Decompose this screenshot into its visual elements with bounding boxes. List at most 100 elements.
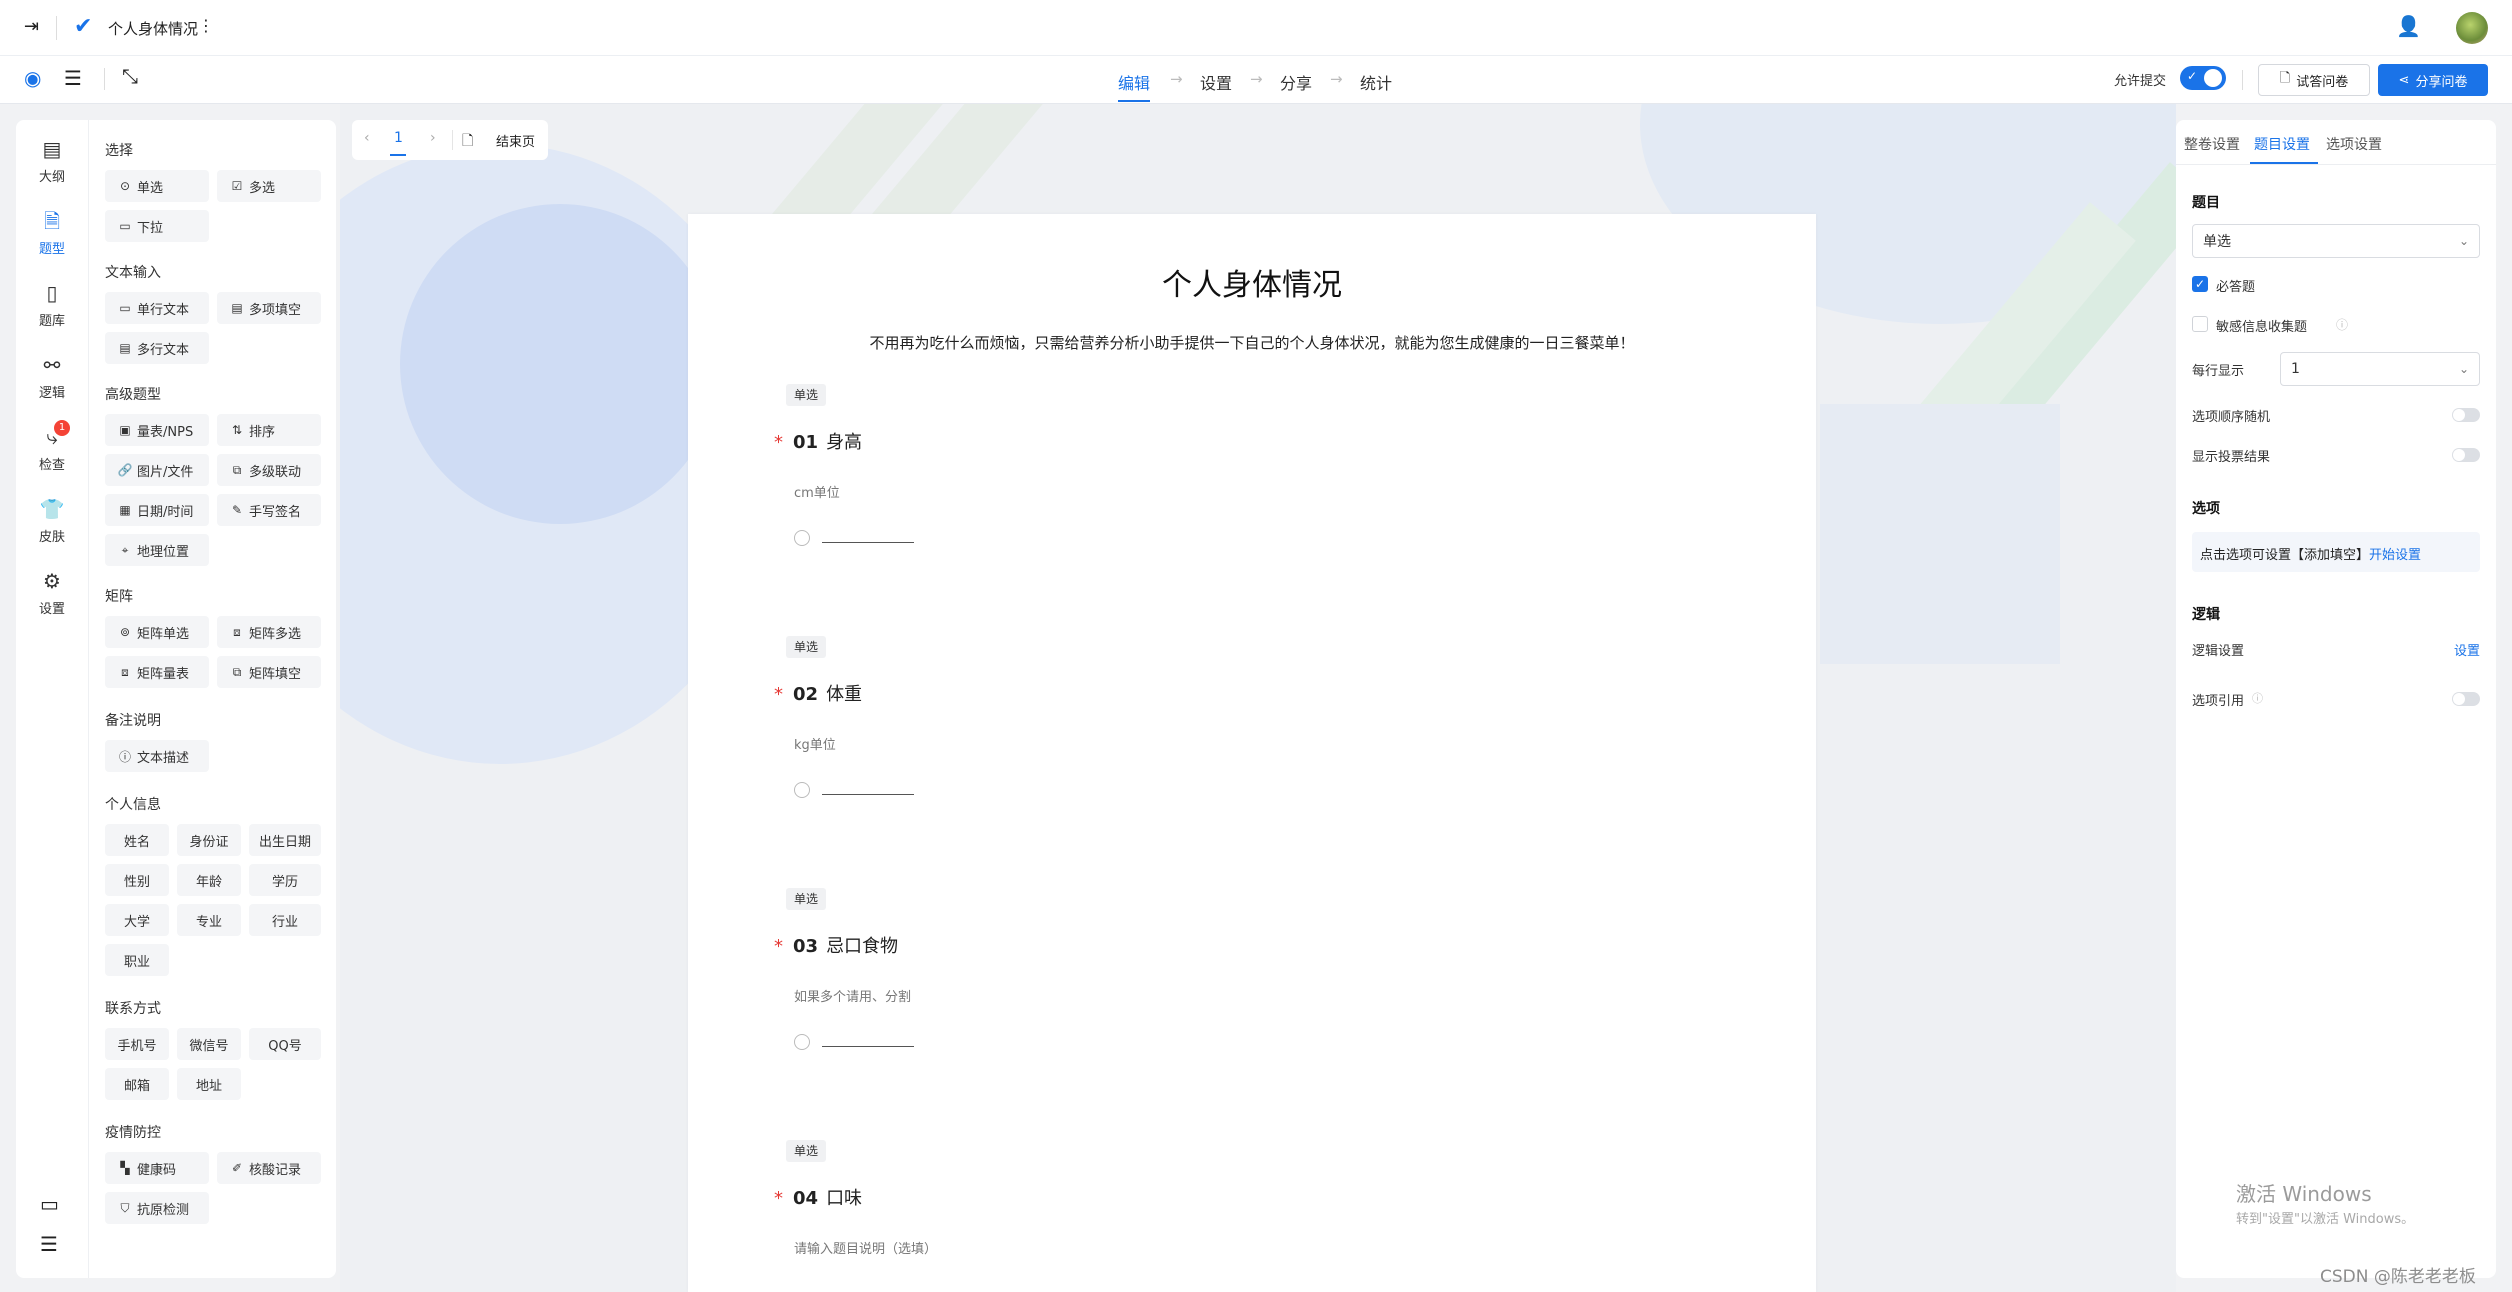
palette-item-gender[interactable]: 性别: [105, 864, 169, 896]
start-settings-link[interactable]: 开始设置: [2369, 548, 2421, 563]
per-row-select[interactable]: 1 ⌄: [2280, 352, 2480, 386]
question-title[interactable]: * 02 体重: [774, 680, 862, 706]
single-line-icon: ▭: [119, 301, 131, 315]
palette-item-cascade[interactable]: ⧉ 多级联动: [217, 454, 321, 486]
radio-icon[interactable]: [794, 782, 810, 798]
avatar[interactable]: [2456, 12, 2488, 44]
palette-item-nucleic[interactable]: ✐ 核酸记录: [217, 1152, 321, 1184]
palette-item-email[interactable]: 邮箱: [105, 1068, 169, 1100]
logic-settings-link[interactable]: 设置: [2454, 640, 2480, 659]
question-title[interactable]: * 04 口味: [774, 1184, 862, 1210]
exit-icon[interactable]: ⇥: [24, 16, 39, 37]
allow-submit-label: 允许提交: [2114, 74, 2167, 89]
step-settings[interactable]: 设置: [1200, 70, 1232, 94]
step-share[interactable]: 分享: [1280, 70, 1312, 94]
question-title[interactable]: * 03 忌口食物: [774, 932, 898, 958]
palette-item-health-code[interactable]: ▚ 健康码: [105, 1152, 209, 1184]
palette-item-multi-line[interactable]: ▤ 多行文本: [105, 332, 209, 364]
allow-submit-toggle[interactable]: ✓: [2180, 66, 2226, 90]
palette-item-sort[interactable]: ⇅ 排序: [217, 414, 321, 446]
sidebar-item-check[interactable]: ⤷ 检查 1: [16, 420, 88, 473]
survey-title[interactable]: 个人身体情况: [108, 18, 198, 39]
tab-question-settings[interactable]: 题目设置: [2254, 134, 2310, 154]
check-icon: ✓: [2187, 69, 2198, 83]
sidebar-item-question-type[interactable]: 🗎 题型: [16, 208, 88, 257]
palette-item-phone[interactable]: 手机号: [105, 1028, 169, 1060]
question-title-text: 口味: [826, 1188, 863, 1209]
palette-item-text-desc[interactable]: ⓘ 文本描述: [105, 740, 209, 772]
palette-item-id-card[interactable]: 身份证: [177, 824, 241, 856]
palette-item-dropdown[interactable]: ▭ 下拉: [105, 210, 209, 242]
option-row[interactable]: [794, 530, 914, 546]
vote-results-toggle[interactable]: [2452, 448, 2480, 462]
palette-item-antigen[interactable]: ⛉ 抗原检测: [105, 1192, 209, 1224]
divider: [2242, 70, 2243, 90]
palette-item-matrix-scale[interactable]: ⧈ 矩阵量表: [105, 656, 209, 688]
step-edit[interactable]: 编辑: [1118, 70, 1150, 94]
chevron-left-icon[interactable]: ‹: [364, 130, 370, 146]
radio-icon[interactable]: [794, 1034, 810, 1050]
palette-item-industry[interactable]: 行业: [249, 904, 321, 936]
palette-item-major[interactable]: 专业: [177, 904, 241, 936]
sensitive-checkbox[interactable]: [2192, 316, 2208, 332]
option-row[interactable]: [794, 782, 914, 798]
palette-item-name[interactable]: 姓名: [105, 824, 169, 856]
collapse-menu-icon[interactable]: ☰: [40, 1232, 58, 1256]
sidebar-item-question-bank[interactable]: ▯ 题库: [16, 280, 88, 329]
eye-icon[interactable]: ◉: [24, 66, 41, 90]
icon-sidebar: ▤ 大纲 🗎 题型 ▯ 题库 ⚯ 逻辑 ⤷ 检查 1 👕 皮肤 ⚙ 设置 ▭ ☰: [16, 120, 88, 1278]
palette-item-matrix-check[interactable]: ⧈ 矩阵多选: [217, 616, 321, 648]
palette-item-multi-choice[interactable]: ☑ 多选: [217, 170, 321, 202]
radio-icon[interactable]: [794, 530, 810, 546]
question-title[interactable]: * 01 身高: [774, 428, 862, 454]
trial-button[interactable]: 🗋 试答问卷: [2258, 64, 2370, 96]
palette-item-date[interactable]: ▦ 日期/时间: [105, 494, 209, 526]
palette-item-education[interactable]: 学历: [249, 864, 321, 896]
sidebar-item-settings[interactable]: ⚙ 设置: [16, 568, 88, 617]
option-reference-toggle[interactable]: [2452, 692, 2480, 706]
tab-survey-settings[interactable]: 整卷设置: [2184, 134, 2240, 154]
end-page-link[interactable]: 结束页: [496, 131, 535, 150]
palette-item-label: 专业: [195, 914, 222, 930]
help-icon[interactable]: ⓘ: [2336, 316, 2348, 333]
palette-item-address[interactable]: 地址: [177, 1068, 241, 1100]
palette-item-matrix-radio[interactable]: ⊚ 矩阵单选: [105, 616, 209, 648]
palette-item-matrix-fill[interactable]: ⧉ 矩阵填空: [217, 656, 321, 688]
feedback-icon[interactable]: ▭: [40, 1192, 59, 1216]
palette-item-label: 排序: [249, 424, 276, 440]
sidebar-item-skin[interactable]: 👕 皮肤: [16, 496, 88, 545]
step-stats[interactable]: 统计: [1360, 70, 1392, 94]
palette-item-age[interactable]: 年龄: [177, 864, 241, 896]
palette-item-university[interactable]: 大学: [105, 904, 169, 936]
question-type-select[interactable]: 单选 ⌄: [2192, 224, 2480, 258]
more-vertical-icon[interactable]: ⋮: [198, 16, 214, 35]
palette-item-location[interactable]: ⌖ 地理位置: [105, 534, 209, 566]
palette-item-label: 邮箱: [123, 1078, 150, 1094]
palette-item-signature[interactable]: ✎ 手写签名: [217, 494, 321, 526]
page-number[interactable]: 1: [394, 130, 403, 146]
survey-description[interactable]: 不用再为吃什么而烦恼，只需给营养分析小助手提供一下自己的个人身体状况，就能为您生…: [688, 332, 1816, 353]
sidebar-item-logic[interactable]: ⚯ 逻辑: [16, 352, 88, 401]
palette-item-wechat[interactable]: 微信号: [177, 1028, 241, 1060]
tab-option-settings[interactable]: 选项设置: [2326, 134, 2382, 154]
survey-title-heading[interactable]: 个人身体情况: [688, 260, 1816, 304]
palette-item-occupation[interactable]: 职业: [105, 944, 169, 976]
share-button[interactable]: ⋖ 分享问卷: [2378, 64, 2488, 96]
help-icon[interactable]: ⓘ: [2252, 690, 2263, 706]
chevron-right-icon[interactable]: ›: [430, 130, 436, 146]
palette-item-file[interactable]: 🔗 图片/文件: [105, 454, 209, 486]
palette-item-single-line[interactable]: ▭ 单行文本: [105, 292, 209, 324]
outline-icon[interactable]: ☰: [64, 66, 82, 90]
palette-item-scale[interactable]: ▣ 量表/NPS: [105, 414, 209, 446]
palette-item-multi-fill[interactable]: ▤ 多项填空: [217, 292, 321, 324]
add-user-icon[interactable]: 👤: [2396, 14, 2421, 38]
collapse-icon[interactable]: ⤡: [122, 64, 138, 88]
random-order-toggle[interactable]: [2452, 408, 2480, 422]
matrix-scale-icon: ⧈: [121, 664, 129, 679]
palette-item-birthdate[interactable]: 出生日期: [249, 824, 321, 856]
palette-item-qq[interactable]: QQ号: [249, 1028, 321, 1060]
palette-item-single-choice[interactable]: ⊙ 单选: [105, 170, 209, 202]
required-checkbox[interactable]: ✓: [2192, 276, 2208, 292]
sidebar-item-outline[interactable]: ▤ 大纲: [16, 136, 88, 185]
option-row[interactable]: [794, 1034, 914, 1050]
